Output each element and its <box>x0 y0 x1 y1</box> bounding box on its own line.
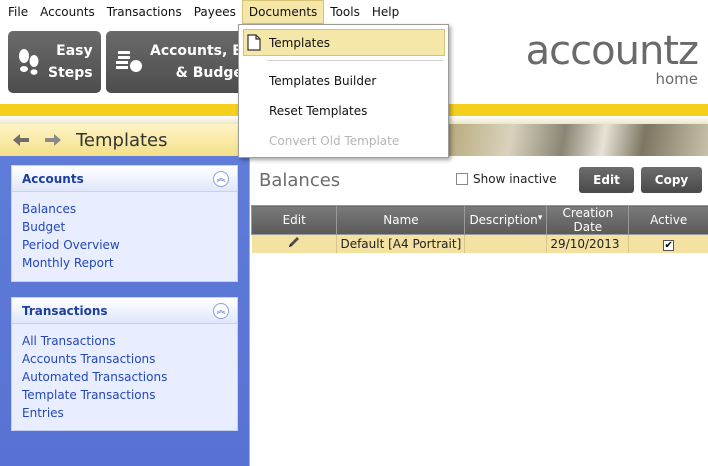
column-creation-date[interactable]: Creation Date <box>546 205 630 235</box>
sidebar-item-monthly-report[interactable]: Monthly Report <box>22 254 227 272</box>
column-description[interactable]: Description ▾ <box>464 205 548 235</box>
document-icon <box>247 34 261 54</box>
main-content: Balances Show inactive Edit Copy Edit Na… <box>249 156 708 466</box>
menu-payees[interactable]: Payees <box>188 0 242 24</box>
coins-icon <box>114 47 144 77</box>
section-heading: Balances <box>259 170 341 191</box>
sidebar-item-entries[interactable]: Entries <box>22 404 227 422</box>
sidebar: Accounts ︽ Balances Budget Period Overvi… <box>0 156 249 466</box>
header-decoration-image <box>446 124 708 156</box>
table-header-row: Edit Name Description ▾ Creation Date Act… <box>250 205 708 235</box>
logo-brand: accountz <box>525 28 699 74</box>
pencil-icon[interactable] <box>287 237 301 252</box>
sidebar-item-all-transactions[interactable]: All Transactions <box>22 332 227 350</box>
table-row[interactable]: Default [A4 Portrait] 29/10/2013 ✔ <box>251 234 708 253</box>
page-title: Templates <box>76 129 168 151</box>
accountz-logo: accountz home <box>525 28 699 87</box>
menu-item-templates[interactable]: Templates <box>269 36 330 50</box>
accounts-budgets-button[interactable]: Accounts, B & Budge <box>106 31 246 93</box>
active-cell: ✔ <box>628 234 708 253</box>
sidebar-item-template-transactions[interactable]: Template Transactions <box>22 386 227 404</box>
menu-separator <box>267 60 443 61</box>
footsteps-icon <box>16 47 42 77</box>
checkbox-box[interactable] <box>456 173 468 185</box>
easy-steps-button[interactable]: Easy Steps <box>8 31 101 93</box>
accounts-budgets-label: Accounts, B & Budge <box>150 43 243 81</box>
sort-icon: ▾ <box>537 213 543 223</box>
menu-documents[interactable]: Documents <box>241 0 325 24</box>
menu-help[interactable]: Help <box>366 0 405 24</box>
accounts-panel-header[interactable]: Accounts ︽ <box>12 166 237 192</box>
show-inactive-label: Show inactive <box>473 172 557 186</box>
menu-item-templates-builder[interactable]: Templates Builder <box>269 74 376 88</box>
description-cell <box>464 234 548 253</box>
sidebar-item-balances[interactable]: Balances <box>22 200 227 218</box>
edit-cell[interactable] <box>251 234 338 253</box>
name-cell: Default [A4 Portrait] <box>336 234 466 253</box>
menu-file[interactable]: File <box>2 0 34 24</box>
collapse-icon[interactable]: ︽ <box>213 170 229 187</box>
transactions-panel-title: Transactions <box>22 303 108 318</box>
column-description-label: Description <box>469 213 538 227</box>
column-active[interactable]: Active <box>628 205 708 235</box>
sidebar-item-period-overview[interactable]: Period Overview <box>22 236 227 254</box>
creation-date-cell: 29/10/2013 <box>546 234 630 253</box>
menu-tools[interactable]: Tools <box>324 0 366 24</box>
sidebar-item-budget[interactable]: Budget <box>22 218 227 236</box>
edit-button[interactable]: Edit <box>579 167 634 193</box>
collapse-icon[interactable]: ︽ <box>213 302 229 319</box>
back-arrow-icon[interactable] <box>10 131 32 150</box>
menu-bar: File Accounts Transactions Payees Docume… <box>0 0 708 24</box>
templates-table: Edit Name Description ▾ Creation Date Act… <box>250 205 708 253</box>
sidebar-item-automated-transactions[interactable]: Automated Transactions <box>22 368 227 386</box>
column-name[interactable]: Name <box>336 205 466 235</box>
menu-item-convert-old-template: Convert Old Template <box>269 134 400 148</box>
copy-button[interactable]: Copy <box>641 167 702 193</box>
menu-item-reset-templates[interactable]: Reset Templates <box>269 104 367 118</box>
active-checkbox[interactable]: ✔ <box>663 239 675 251</box>
easy-steps-label: Easy Steps <box>48 43 93 81</box>
accounts-panel-title: Accounts <box>22 171 84 186</box>
transactions-panel: Transactions ︽ All Transactions Accounts… <box>11 297 238 431</box>
menu-accounts[interactable]: Accounts <box>34 0 101 24</box>
show-inactive-checkbox[interactable]: Show inactive <box>456 172 557 186</box>
sidebar-item-accounts-transactions[interactable]: Accounts Transactions <box>22 350 227 368</box>
documents-dropdown: Templates Templates Builder Reset Templa… <box>238 24 449 158</box>
forward-arrow-icon[interactable] <box>42 131 64 150</box>
accounts-panel: Accounts ︽ Balances Budget Period Overvi… <box>11 165 238 282</box>
column-edit[interactable]: Edit <box>250 205 338 235</box>
menu-transactions[interactable]: Transactions <box>101 0 188 24</box>
transactions-panel-header[interactable]: Transactions ︽ <box>12 298 237 324</box>
